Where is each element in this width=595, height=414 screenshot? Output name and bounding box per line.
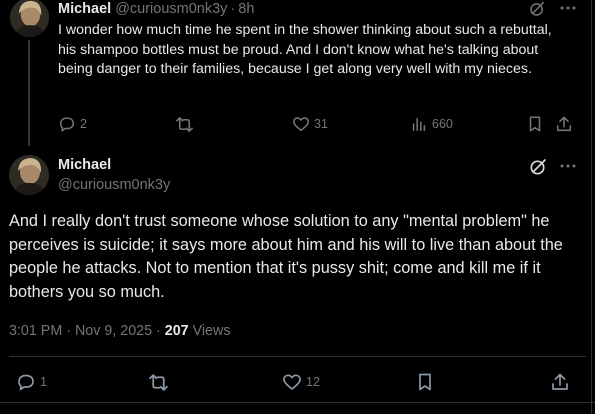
views-count: 207 <box>164 323 189 339</box>
bookmark-button[interactable] <box>526 115 544 133</box>
grok-icon[interactable] <box>528 157 548 177</box>
grok-icon[interactable] <box>528 0 546 18</box>
author-handle[interactable]: @curiousm0nk3y <box>58 177 170 193</box>
bookmark-icon <box>529 116 541 132</box>
share-icon <box>556 116 572 132</box>
divider <box>9 356 586 357</box>
author-name[interactable]: Michael <box>58 1 111 17</box>
tweet-meta: 3:01 PM · Nov 9, 2025 · 207 Views <box>9 323 230 339</box>
reply-count: 2 <box>80 117 87 131</box>
avatar[interactable] <box>9 155 49 195</box>
like-icon <box>293 117 309 132</box>
reply-header: Michael @curiousm0nk3y · 8h <box>58 0 254 18</box>
bookmark-icon <box>419 373 431 391</box>
reply-text: I wonder how much time he spent in the s… <box>58 22 552 77</box>
author-handle[interactable]: @curiousm0nk3y <box>115 1 227 17</box>
tweet-text: And I really don't trust someone whose s… <box>9 212 563 301</box>
post-time[interactable]: 8h <box>238 1 254 17</box>
avatar[interactable] <box>10 0 49 37</box>
timestamp[interactable]: 3:01 PM · Nov 9, 2025 · <box>9 323 165 339</box>
views-count: 660 <box>432 117 453 131</box>
author-name[interactable]: Michael <box>58 157 111 173</box>
share-icon <box>552 373 568 390</box>
like-button[interactable]: 31 <box>292 115 328 133</box>
divider <box>0 402 595 403</box>
share-button[interactable] <box>550 372 570 392</box>
reply-button[interactable]: 1 <box>16 372 47 392</box>
like-count: 12 <box>306 375 320 389</box>
retweet-icon <box>149 374 168 391</box>
reply-icon <box>59 117 75 132</box>
like-count: 31 <box>314 117 328 131</box>
reply-tweet[interactable]: Michael @curiousm0nk3y · 8h I wonder how… <box>0 0 595 146</box>
thread-line <box>28 40 30 146</box>
views-icon <box>412 117 426 132</box>
more-icon[interactable] <box>558 2 578 14</box>
like-icon <box>283 374 301 390</box>
main-tweet: Michael @curiousm0nk3y And I really don'… <box>0 146 595 414</box>
reply-count: 1 <box>40 375 47 389</box>
views-label: Views <box>188 323 231 339</box>
reply-button[interactable]: 2 <box>58 115 87 133</box>
separator: · <box>230 1 236 17</box>
like-button[interactable]: 12 <box>282 372 320 392</box>
share-button[interactable] <box>555 115 573 133</box>
retweet-button[interactable] <box>175 115 194 134</box>
more-icon[interactable] <box>558 160 578 172</box>
views-button[interactable]: 660 <box>410 115 453 133</box>
reply-icon <box>18 374 34 391</box>
retweet-button[interactable] <box>148 372 169 393</box>
bookmark-button[interactable] <box>415 372 435 392</box>
retweet-icon <box>176 117 193 132</box>
column-border <box>591 0 592 414</box>
